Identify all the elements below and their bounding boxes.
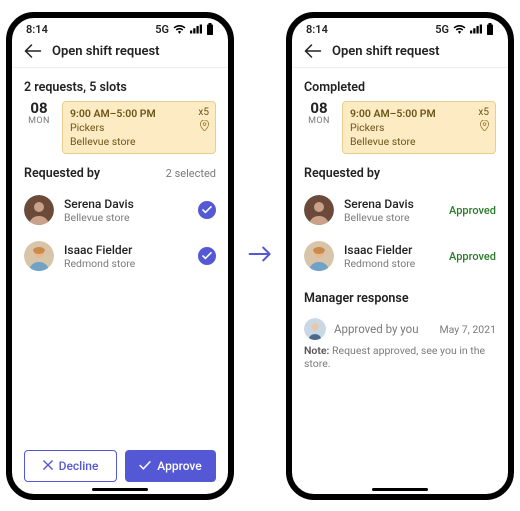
status-badge: Approved	[449, 250, 496, 263]
stage: 8:14 5G Open shift request 2 requests, 5…	[0, 0, 520, 511]
slot-count: x5	[198, 106, 209, 120]
location-icon	[200, 120, 209, 135]
manager-response-row: Approved by you May 7, 2021	[304, 312, 496, 342]
action-bar: Decline Approve	[12, 450, 228, 482]
summary-line: Completed	[304, 68, 496, 101]
battery-icon	[206, 23, 214, 35]
list-item[interactable]: Serena DavisBellevue store	[24, 187, 216, 233]
network-label: 5G	[155, 23, 169, 36]
clock: 8:14	[26, 23, 48, 36]
shift-row: 08 MON 9:00 AM–5:00 PM Pickers Bellevue …	[304, 101, 496, 155]
phone-before: 8:14 5G Open shift request 2 requests, 5…	[6, 12, 234, 500]
shift-card[interactable]: 9:00 AM–5:00 PM Pickers Bellevue store x…	[342, 101, 496, 155]
response-note: Note: Request approved, see you in the s…	[304, 342, 496, 370]
avatar	[24, 241, 54, 271]
list-item[interactable]: Isaac FielderRedmond store Approved	[304, 233, 496, 279]
requested-by-header: Requested by 2 selected	[24, 154, 216, 187]
summary-line: 2 requests, 5 slots	[24, 68, 216, 101]
approve-button[interactable]: Approve	[125, 450, 216, 482]
back-icon[interactable]	[304, 44, 322, 58]
avatar	[304, 241, 334, 271]
home-indicator	[372, 488, 428, 491]
avatar	[304, 195, 334, 225]
decline-button[interactable]: Decline	[24, 450, 117, 482]
page-header: Open shift request	[292, 38, 508, 68]
check-icon	[139, 459, 151, 473]
shift-row: 08 MON 9:00 AM–5:00 PM Pickers Bellevue …	[24, 101, 216, 155]
arrow-right-icon	[248, 245, 272, 266]
page-title: Open shift request	[52, 44, 160, 59]
avatar	[24, 195, 54, 225]
page-header: Open shift request	[12, 38, 228, 68]
response-date: May 7, 2021	[439, 323, 496, 336]
wifi-icon	[453, 24, 466, 34]
shift-date: 08 MON	[24, 101, 54, 155]
checkmark-icon[interactable]	[198, 201, 216, 219]
close-icon	[43, 459, 53, 473]
status-badge: Approved	[449, 204, 496, 217]
wifi-icon	[173, 24, 186, 34]
shift-date: 08 MON	[304, 101, 334, 155]
status-bar: 8:14 5G	[292, 18, 508, 38]
avatar	[304, 318, 326, 340]
back-icon[interactable]	[24, 44, 42, 58]
requested-by-header: Requested by	[304, 154, 496, 187]
signal-icon	[190, 24, 202, 34]
manager-response-header: Manager response	[304, 279, 496, 312]
home-indicator	[92, 488, 148, 491]
selected-count: 2 selected	[166, 167, 216, 180]
list-item[interactable]: Isaac FielderRedmond store	[24, 233, 216, 279]
battery-icon	[486, 23, 494, 35]
clock: 8:14	[306, 23, 328, 36]
list-item[interactable]: Serena DavisBellevue store Approved	[304, 187, 496, 233]
status-bar: 8:14 5G	[12, 18, 228, 38]
signal-icon	[470, 24, 482, 34]
page-title: Open shift request	[332, 44, 440, 59]
checkmark-icon[interactable]	[198, 247, 216, 265]
network-label: 5G	[435, 23, 449, 36]
shift-card[interactable]: 9:00 AM–5:00 PM Pickers Bellevue store x…	[62, 101, 216, 155]
slot-count: x5	[478, 106, 489, 120]
location-icon	[480, 120, 489, 135]
phone-after: 8:14 5G Open shift request Completed 08 …	[286, 12, 514, 500]
